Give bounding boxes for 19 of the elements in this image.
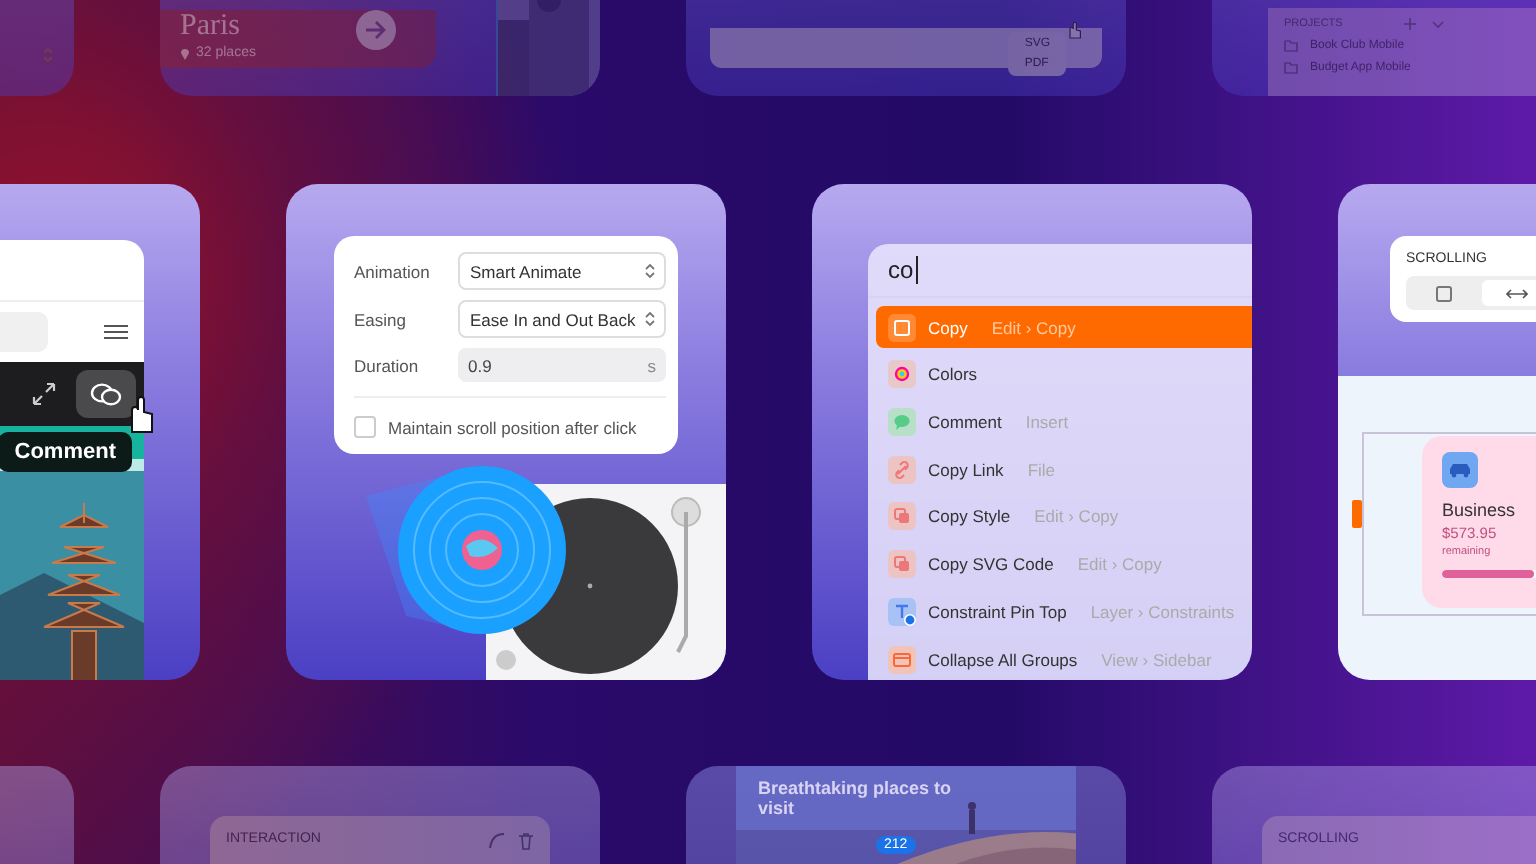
field-label: Animation: [354, 261, 432, 281]
command-item[interactable]: Collapse All Groups View › Sidebar: [876, 638, 1252, 680]
command-item[interactable]: Copy Link File: [876, 448, 1252, 491]
command-item[interactable]: Colors: [876, 353, 1252, 396]
select-field[interactable]: Smart Animate: [458, 252, 666, 290]
number-field[interactable]: 0.9 s: [458, 348, 666, 382]
photo-caption: Breathtaking places to visit: [758, 778, 954, 818]
command-item[interactable]: Copy Style Edit › Copy: [876, 495, 1252, 538]
select-field[interactable]: Ease In and Out Back: [458, 300, 666, 338]
tooltip: Comment: [0, 432, 132, 472]
command-item[interactable]: Constraint Pin Top Layer › Constraints: [876, 590, 1252, 633]
place-title: Paris: [180, 10, 240, 42]
command-item[interactable]: Copy SVG Code Edit › Copy: [876, 543, 1252, 586]
checkbox-label: Maintain scroll position after click: [388, 417, 637, 437]
command-item[interactable]: Comment Insert: [876, 401, 1252, 444]
search-field[interactable]: co: [868, 244, 1252, 299]
field-label: Duration: [354, 355, 421, 375]
card-title: Business: [1442, 500, 1518, 520]
field-label: Easing: [354, 309, 408, 329]
